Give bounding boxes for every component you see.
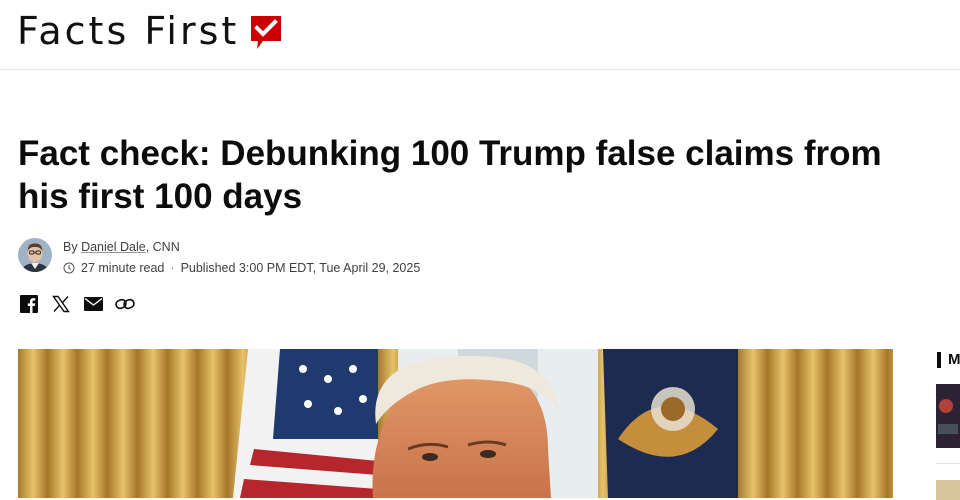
clock-icon bbox=[63, 262, 75, 274]
logo-text: Facts First bbox=[17, 9, 240, 53]
author-link[interactable]: Daniel Dale bbox=[81, 240, 146, 254]
site-header: Facts First bbox=[0, 0, 960, 70]
rail-heading: M bbox=[948, 351, 960, 368]
byline-prefix: By bbox=[63, 240, 82, 254]
checkmark-speech-bubble-icon bbox=[251, 16, 282, 49]
published-date: Published 3:00 PM EDT, Tue April 29, 202… bbox=[180, 261, 421, 275]
x-icon[interactable] bbox=[51, 294, 71, 314]
read-time: 27 minute read bbox=[81, 261, 165, 275]
link-icon[interactable] bbox=[115, 294, 135, 314]
right-rail: M bbox=[936, 351, 960, 500]
hero-image[interactable] bbox=[18, 349, 893, 498]
meta-separator: · bbox=[170, 261, 175, 275]
author-avatar[interactable] bbox=[18, 238, 52, 272]
rail-divider bbox=[936, 463, 960, 464]
byline: By Daniel Dale, CNN 27 minute read · Pub… bbox=[18, 238, 420, 278]
author-line: By Daniel Dale, CNN bbox=[63, 237, 420, 257]
facts-first-logo[interactable]: Facts First bbox=[17, 8, 283, 54]
byline-text: By Daniel Dale, CNN 27 minute read · Pub… bbox=[63, 237, 420, 278]
article-headline: Fact check: Debunking 100 Trump false cl… bbox=[18, 134, 882, 216]
rail-thumbnail-2[interactable] bbox=[936, 480, 960, 500]
timestamp-row: 27 minute read · Published 3:00 PM EDT, … bbox=[63, 258, 420, 278]
rail-heading-bar bbox=[937, 352, 941, 368]
rail-thumbnail[interactable] bbox=[936, 384, 960, 448]
email-icon[interactable] bbox=[83, 294, 103, 314]
author-outlet: , CNN bbox=[145, 240, 180, 254]
facebook-icon[interactable] bbox=[19, 294, 39, 314]
share-bar bbox=[19, 294, 147, 314]
